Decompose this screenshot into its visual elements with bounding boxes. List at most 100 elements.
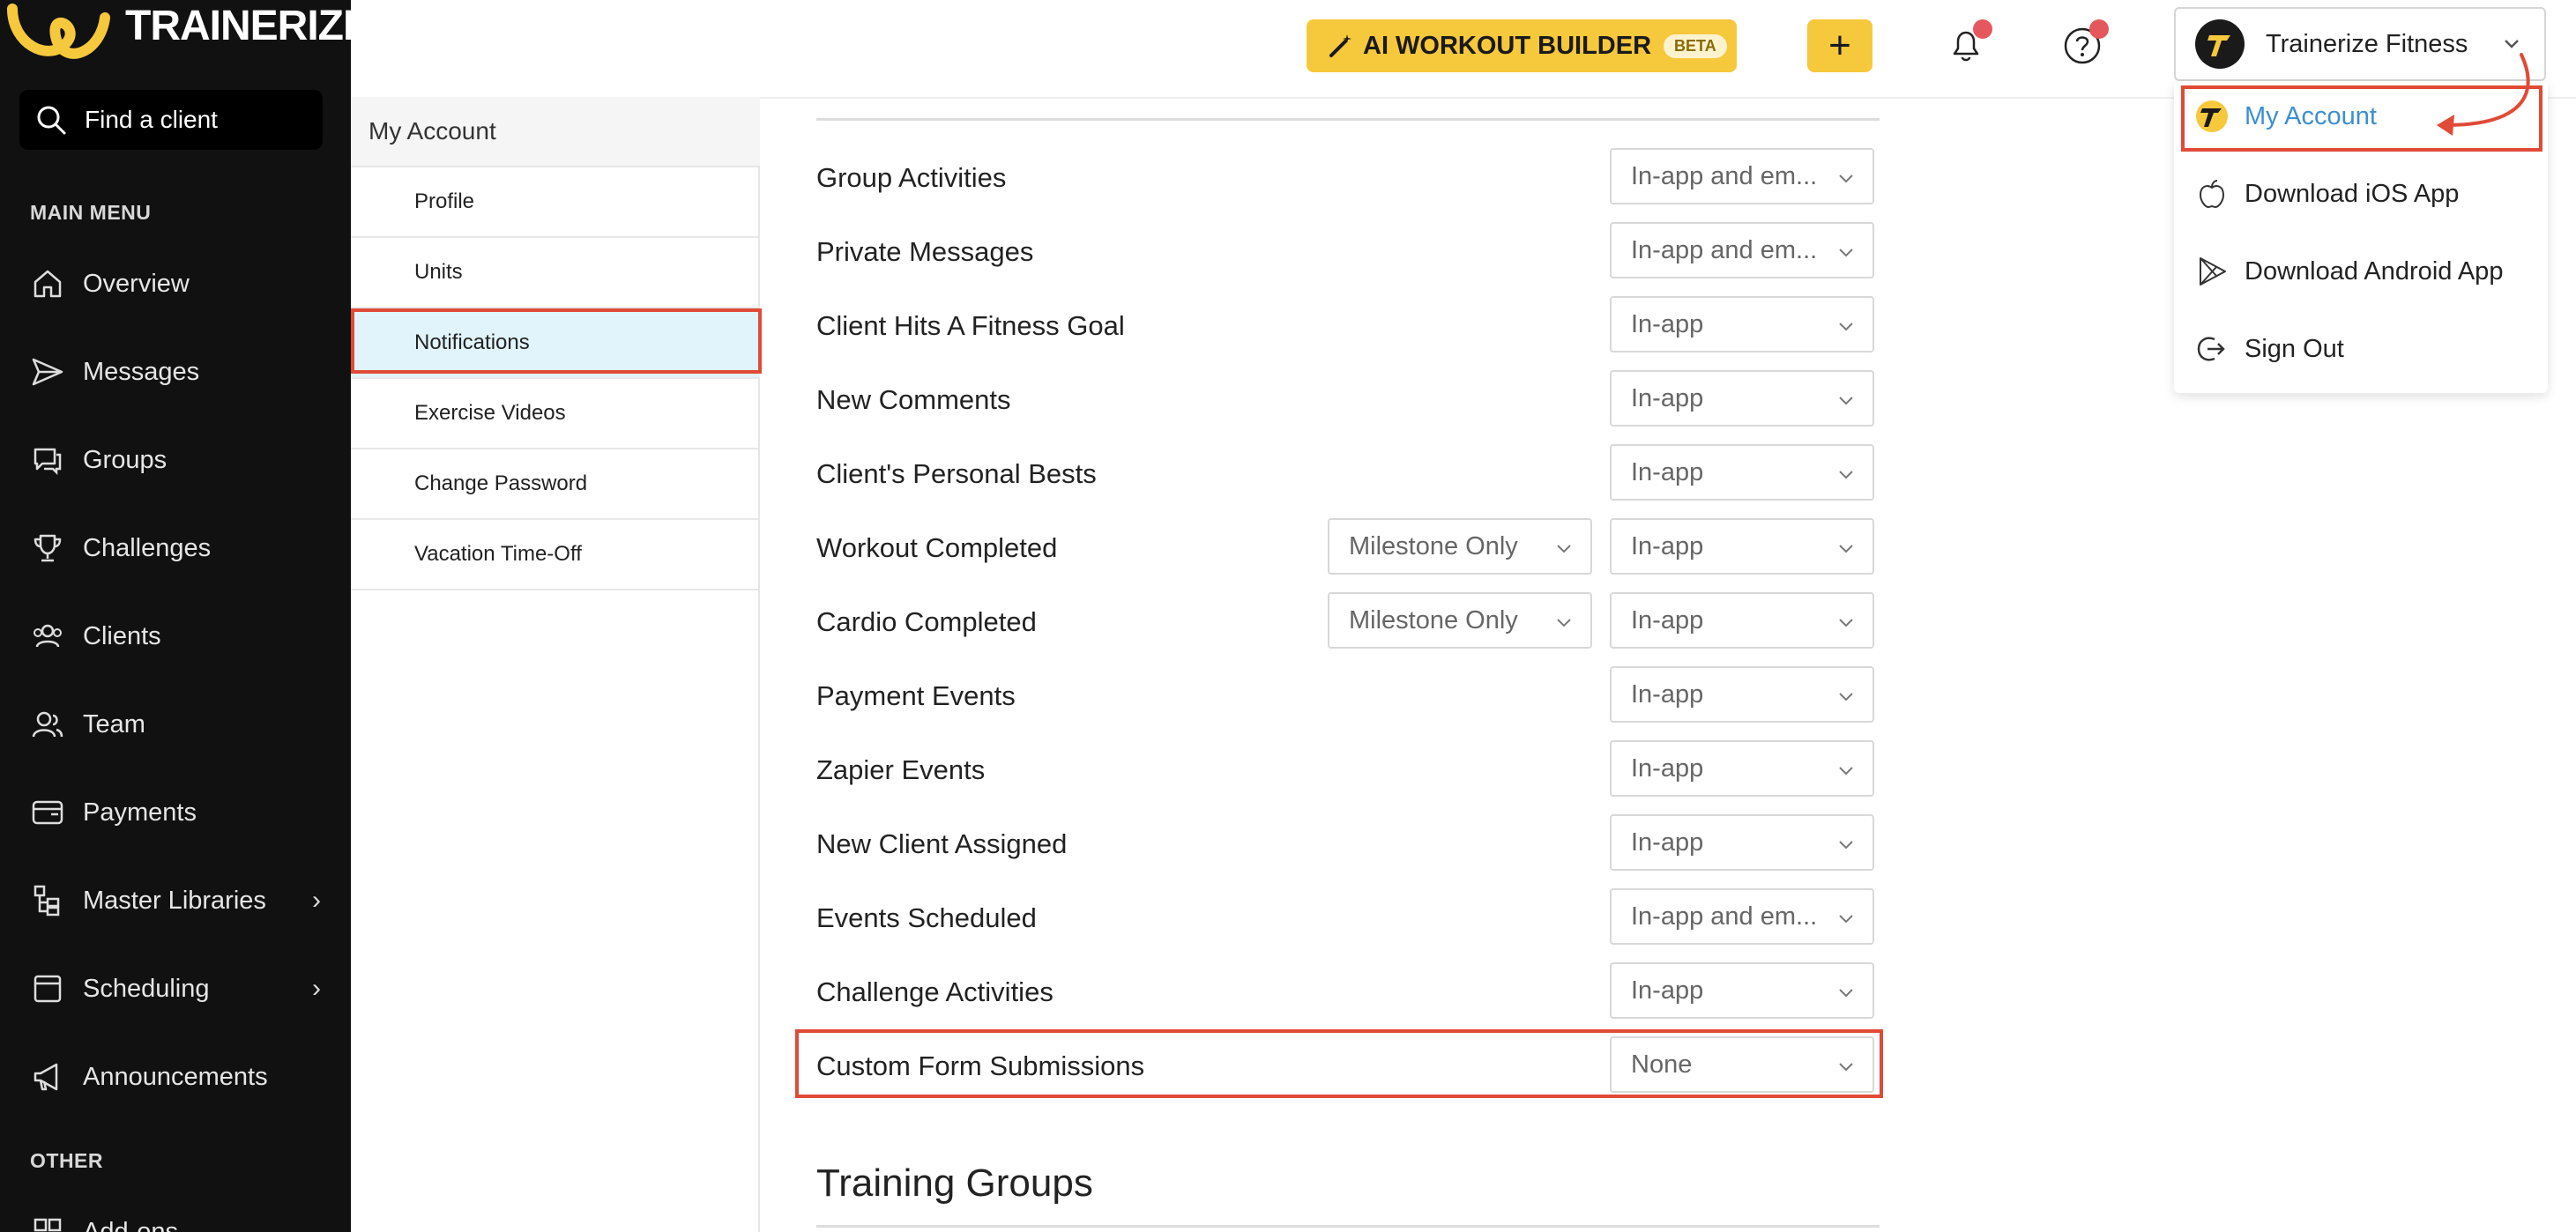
chevron-down-icon — [1839, 767, 1853, 776]
nav-scheduling[interactable]: Scheduling › — [30, 962, 330, 1015]
delivery-select[interactable]: In-app — [1610, 518, 1874, 575]
delivery-select[interactable]: In-app — [1610, 296, 1874, 353]
notification-label: New Comments — [816, 384, 1011, 415]
library-icon — [34, 885, 60, 917]
delivery-select-value: In-app — [1631, 457, 1704, 486]
find-client-label: Find a client — [85, 106, 218, 133]
chevron-down-icon — [1839, 989, 1853, 998]
notification-label: Zapier Events — [816, 754, 986, 785]
delivery-select-value: In-app and em... — [1631, 902, 1818, 931]
nav-announcements-label: Announcements — [83, 1062, 268, 1091]
menu-download-ios-label: Download iOS App — [2245, 179, 2460, 208]
menu-download-ios[interactable]: Download iOS App — [2174, 159, 2548, 229]
delivery-select-value: In-app and em... — [1631, 235, 1818, 264]
users-icon — [34, 624, 62, 648]
chevron-down-icon — [2505, 40, 2519, 48]
delivery-select[interactable]: In-app — [1610, 666, 1874, 723]
trainerize-avatar-icon — [2207, 35, 2230, 56]
frequency-select-value: Milestone Only — [1349, 605, 1518, 635]
subnav-vacation-time-off[interactable]: Vacation Time-Off — [351, 520, 760, 590]
menu-sign-out-label: Sign Out — [2245, 334, 2344, 363]
nav-master-libraries-label: Master Libraries — [83, 886, 266, 915]
chevron-right-icon: › — [312, 974, 321, 1003]
chevron-down-icon — [1839, 841, 1853, 850]
delivery-select[interactable]: In-app and em... — [1610, 222, 1874, 278]
nav-payments[interactable]: Payments — [30, 786, 330, 839]
add-button[interactable]: + — [1807, 19, 1872, 72]
nav-groups[interactable]: Groups — [30, 434, 330, 486]
play-store-icon — [2200, 257, 2226, 286]
subnav-exercise-videos[interactable]: Exercise Videos — [351, 379, 760, 449]
delivery-select[interactable]: In-app — [1610, 444, 1874, 501]
menu-download-android-label: Download Android App — [2245, 256, 2504, 286]
training-groups-divider — [816, 1225, 1880, 1228]
delivery-select-value: In-app — [1631, 605, 1704, 635]
logo[interactable]: TRAINERIZE — [0, 0, 351, 75]
notification-label: Private Messages — [816, 236, 1034, 267]
chevron-down-icon — [1839, 397, 1853, 405]
nav-overview-label: Overview — [83, 269, 190, 298]
custom-form-highlight — [795, 1029, 1883, 1098]
nav-challenges[interactable]: Challenges — [30, 522, 330, 575]
logo-mark-icon — [7, 4, 110, 59]
chevron-down-icon — [1839, 915, 1853, 924]
nav-clients-label: Clients — [83, 621, 161, 650]
chevron-down-icon — [1839, 545, 1853, 553]
chat-icon — [34, 448, 62, 476]
delivery-select[interactable]: In-app — [1610, 370, 1874, 427]
menu-download-android[interactable]: Download Android App — [2174, 236, 2548, 307]
chevron-down-icon — [1839, 174, 1853, 183]
nav-announcements[interactable]: Announcements — [30, 1050, 330, 1103]
nav-team-label: Team — [83, 709, 145, 738]
delivery-select[interactable]: In-app — [1610, 740, 1874, 797]
notification-label: Payment Events — [816, 680, 1016, 711]
frequency-select[interactable]: Milestone Only — [1328, 518, 1592, 575]
subnav-change-password[interactable]: Change Password — [351, 449, 760, 520]
delivery-select-value: In-app — [1631, 679, 1704, 709]
delivery-select[interactable]: In-app and em... — [1610, 148, 1874, 204]
apple-icon — [2199, 180, 2225, 209]
section-divider — [816, 118, 1880, 121]
sign-out-icon — [2197, 337, 2225, 361]
help-dot — [2089, 19, 2109, 39]
main-menu-label: MAIN MENU — [30, 201, 152, 224]
delivery-select[interactable]: In-app and em... — [1610, 888, 1874, 945]
nav-challenges-label: Challenges — [83, 533, 212, 562]
add-ons-icon — [34, 1218, 62, 1232]
chevron-down-icon — [1839, 619, 1853, 627]
magic-wand-icon — [1329, 34, 1351, 57]
menu-sign-out[interactable]: Sign Out — [2174, 314, 2548, 384]
help-button[interactable] — [2056, 19, 2109, 72]
trophy-icon — [34, 534, 62, 562]
chevron-down-icon — [1839, 471, 1853, 479]
nav-team[interactable]: Team — [30, 698, 330, 751]
frequency-select[interactable]: Milestone Only — [1328, 592, 1592, 649]
ai-workout-builder-label: AI WORKOUT BUILDER — [1363, 31, 1652, 60]
chevron-down-icon — [1839, 693, 1853, 701]
subnav-profile[interactable]: Profile — [351, 167, 760, 238]
notifications-button[interactable] — [1939, 19, 1992, 72]
nav-scheduling-label: Scheduling — [83, 974, 210, 1003]
team-icon — [32, 711, 63, 738]
delivery-select-value: In-app — [1631, 383, 1704, 412]
nav-messages[interactable]: Messages — [30, 345, 330, 398]
nav-master-libraries[interactable]: Master Libraries › — [30, 874, 330, 927]
delivery-select[interactable]: In-app — [1610, 592, 1874, 649]
subnav-units[interactable]: Units — [351, 238, 760, 308]
notification-label: Events Scheduled — [816, 902, 1037, 933]
chevron-right-icon: › — [312, 886, 321, 915]
chevron-down-icon — [1557, 619, 1571, 627]
find-client-search[interactable]: Find a client — [19, 90, 323, 150]
ai-workout-builder-button[interactable]: AI WORKOUT BUILDER BETA — [1307, 19, 1737, 72]
delivery-select-value: In-app — [1631, 309, 1704, 338]
account-subnav: My Account Profile Units Notifications E… — [351, 97, 760, 1232]
delivery-select[interactable]: In-app — [1610, 962, 1874, 1019]
notification-label: Challenge Activities — [816, 976, 1053, 1007]
other-label: OTHER — [30, 1149, 103, 1172]
delivery-select[interactable]: In-app — [1610, 814, 1874, 871]
delivery-select-value: In-app — [1631, 828, 1704, 857]
nav-clients[interactable]: Clients — [30, 610, 330, 663]
nav-overview[interactable]: Overview — [30, 257, 330, 310]
notification-label: Client's Personal Bests — [816, 458, 1097, 489]
nav-add-ons[interactable]: Add-ons — [30, 1206, 330, 1232]
